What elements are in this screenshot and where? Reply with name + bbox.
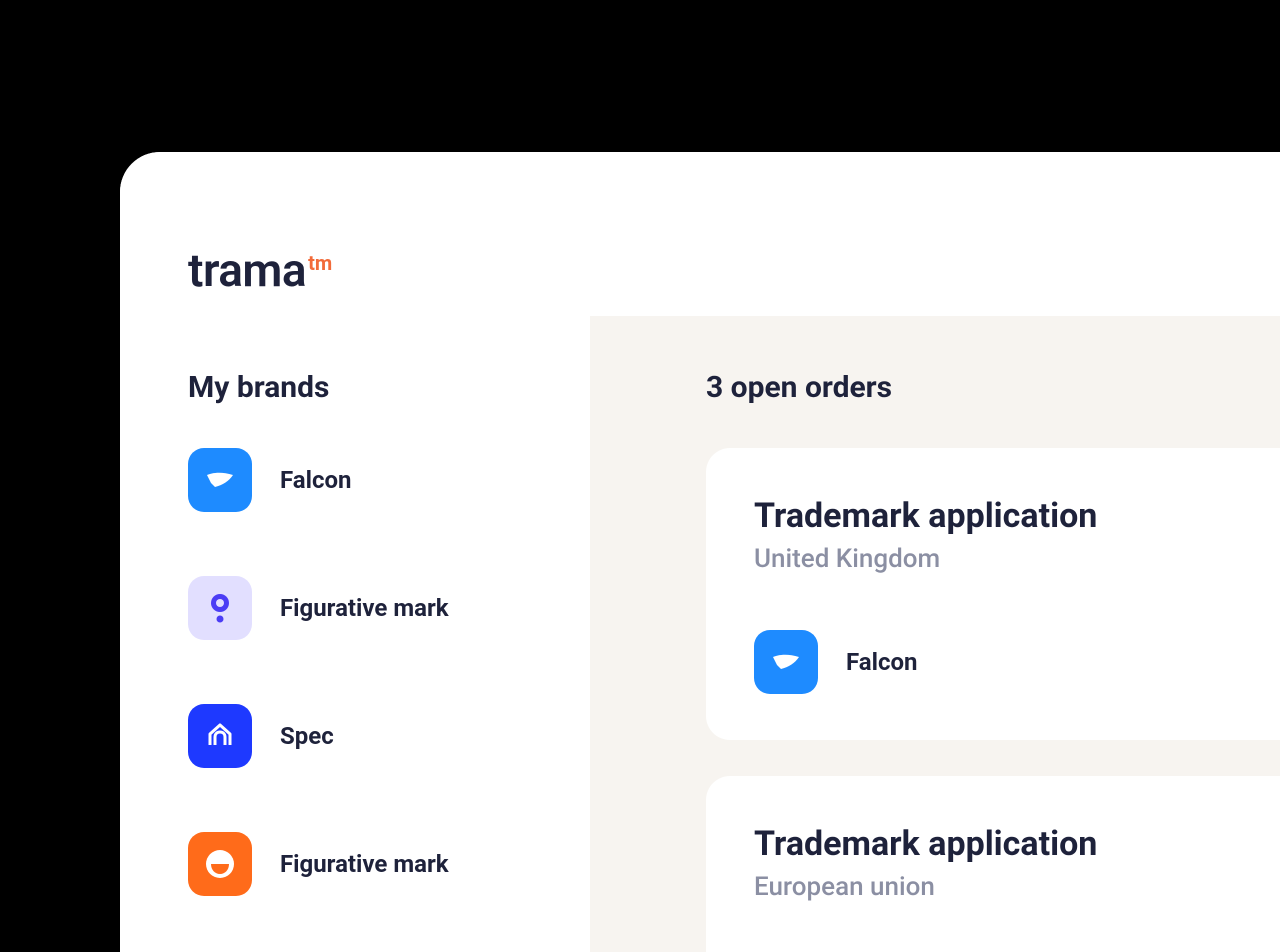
order-region: United Kingdom [754, 544, 1280, 574]
order-brand-label: Falcon [846, 648, 917, 676]
order-region: European union [754, 872, 1280, 902]
brand-label: Figurative mark [280, 594, 449, 622]
brand-label: Falcon [280, 466, 351, 494]
main-content: 3 open orders Trademark application Unit… [590, 316, 1280, 952]
brand-label: Figurative mark [280, 850, 449, 878]
house-arch-icon [188, 704, 252, 768]
sidebar-item-falcon[interactable]: Falcon [188, 448, 449, 512]
logo-name: trama [188, 244, 306, 298]
order-brand-row: Falcon [754, 630, 1280, 694]
order-title: Trademark application [754, 824, 1280, 864]
brand-label: Spec [280, 722, 334, 750]
order-title: Trademark application [754, 496, 1280, 536]
sidebar: tramatm My brands Falcon [120, 152, 590, 952]
pin-dot-icon [188, 576, 252, 640]
main-title: 3 open orders [706, 370, 892, 405]
falcon-wing-icon [754, 630, 818, 694]
logo-suffix: tm [308, 251, 332, 275]
progress-time-left: 6 weeks left [1266, 628, 1280, 653]
sidebar-title: My brands [188, 370, 329, 405]
falcon-wing-icon [188, 448, 252, 512]
order-card[interactable]: Trademark application United Kingdom Fal… [706, 448, 1280, 740]
sidebar-item-figurative-mark[interactable]: Figurative mark [188, 576, 449, 640]
sidebar-item-figurative-mark-2[interactable]: Figurative mark [188, 832, 449, 896]
order-card[interactable]: Trademark application European union [706, 776, 1280, 952]
progress-area: 6 weeks left [1266, 608, 1280, 653]
brand-list: Falcon Figurative mark [188, 448, 449, 896]
sidebar-item-spec[interactable]: Spec [188, 704, 449, 768]
app-logo: tramatm [188, 244, 332, 298]
smile-circle-icon [188, 832, 252, 896]
app-window: tramatm My brands Falcon [120, 152, 1280, 952]
